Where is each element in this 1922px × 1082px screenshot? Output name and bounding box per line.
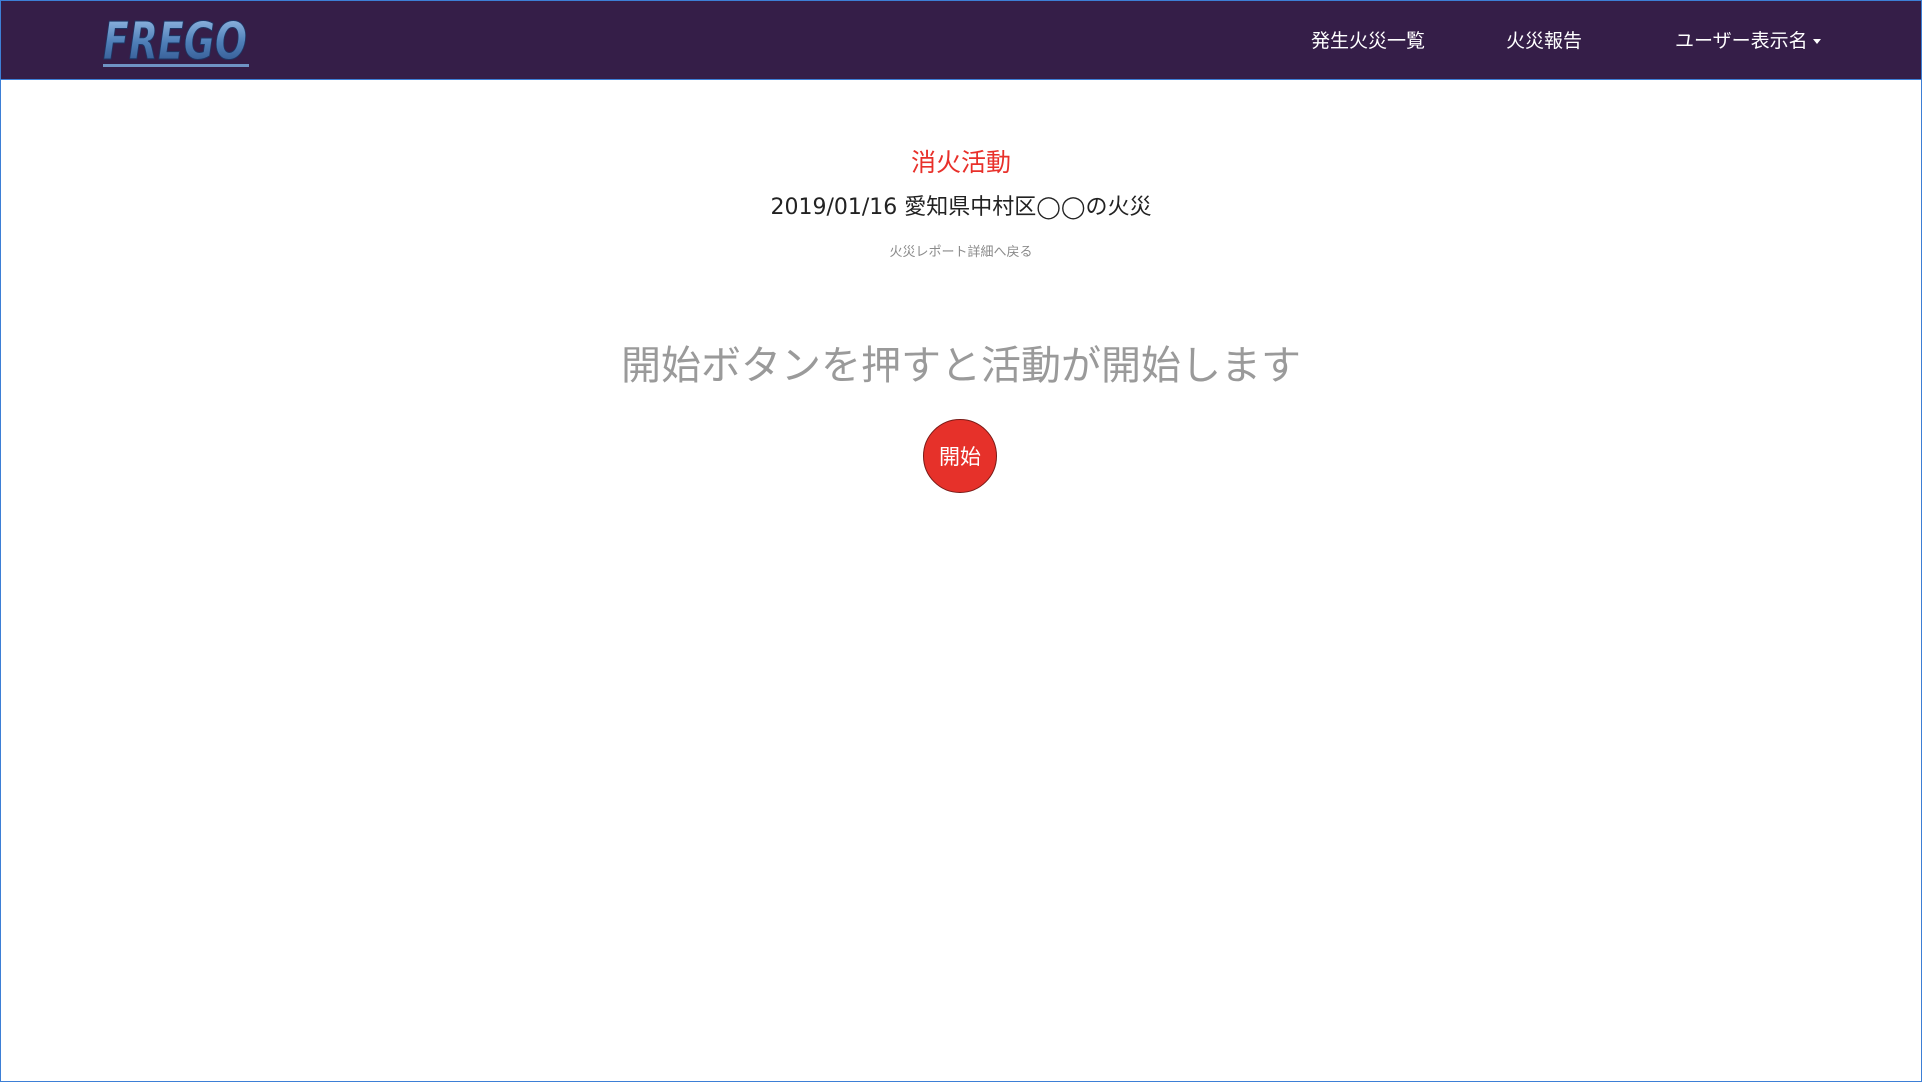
start-button[interactable]: 開始 (923, 419, 997, 493)
app-window: FREGO 発生火災一覧 火災報告 ユーザー表示名 消火活動 2019/01/1… (0, 0, 1922, 1082)
logo-text: FREGO (103, 12, 247, 71)
start-instruction: 開始ボタンを押すと活動が開始します (621, 343, 1301, 389)
user-display-name: ユーザー表示名 (1675, 30, 1808, 52)
fire-incident-name: 2019/01/16 愛知県中村区◯◯の火災 (770, 195, 1152, 220)
frego-logo[interactable]: FREGO (101, 9, 253, 71)
nav-fire-report[interactable]: 火災報告 (1506, 27, 1582, 55)
top-navbar: FREGO 発生火災一覧 火災報告 ユーザー表示名 (1, 1, 1921, 80)
nav-fire-list[interactable]: 発生火災一覧 (1311, 27, 1425, 55)
back-to-report-link[interactable]: 火災レポート詳細へ戻る (1, 244, 1921, 262)
page-title: 消火活動 (910, 148, 1011, 177)
caret-down-icon (1812, 39, 1821, 44)
user-menu-dropdown[interactable]: ユーザー表示名 (1675, 27, 1821, 55)
